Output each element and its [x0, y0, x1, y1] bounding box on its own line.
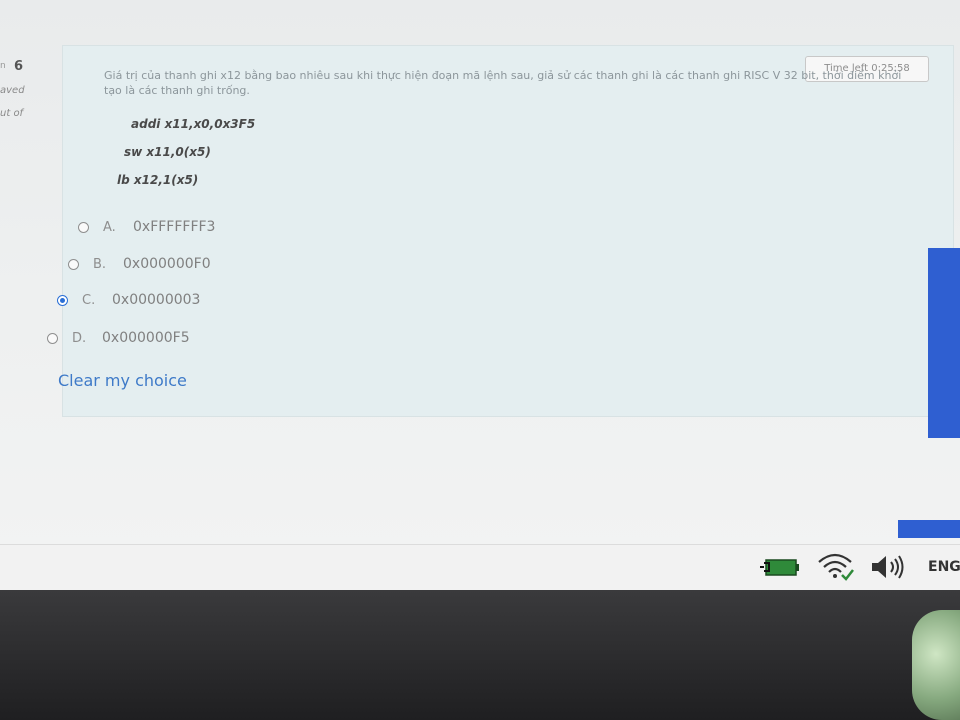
- code-line-1: addi x11,x0,0x3F5: [131, 117, 256, 131]
- question-state: aved: [0, 85, 25, 96]
- question-text: Giá trị của thanh ghi x12 bằng bao nhiêu…: [104, 69, 902, 97]
- monitor-bezel: [0, 590, 960, 720]
- language-indicator[interactable]: ENG: [928, 559, 960, 575]
- question-number: 6: [14, 59, 24, 74]
- option-c-letter: C.: [82, 292, 96, 308]
- wifi-icon[interactable]: [815, 550, 859, 584]
- option-d[interactable]: D. 0x000000F5: [47, 327, 190, 349]
- option-d-letter: D.: [72, 330, 87, 346]
- option-c-text: 0x00000003: [112, 292, 201, 308]
- option-b[interactable]: B. 0x000000F0: [68, 253, 211, 275]
- option-b-radio[interactable]: [68, 258, 79, 270]
- code-line-3: lb x12,1(x5): [117, 173, 199, 187]
- option-a-text: 0xFFFFFFF3: [133, 219, 216, 235]
- speaker-icon[interactable]: [868, 551, 908, 583]
- question-marks: ut of: [0, 108, 24, 119]
- next-page-button[interactable]: [898, 520, 960, 538]
- option-c-radio[interactable]: [57, 294, 68, 306]
- option-d-radio[interactable]: [47, 332, 58, 344]
- option-b-text: 0x000000F0: [123, 256, 211, 272]
- question-info-panel: n 6 aved ut of: [0, 55, 62, 145]
- option-d-text: 0x000000F5: [102, 330, 190, 346]
- quiz-screen: n 6 aved ut of Time left 0:25:58 Giá trị…: [0, 0, 960, 560]
- option-a-letter: A.: [103, 219, 116, 235]
- battery-charging-icon[interactable]: [760, 553, 802, 581]
- side-navigation-button[interactable]: [928, 248, 960, 438]
- question-label: n: [0, 61, 6, 71]
- code-line-2: sw x11,0(x5): [124, 145, 211, 159]
- option-c[interactable]: C. 0x00000003: [57, 289, 200, 311]
- desk-figurine: [912, 610, 960, 720]
- option-b-letter: B.: [93, 256, 107, 272]
- taskbar: [0, 544, 960, 591]
- clear-choice-link[interactable]: Clear my choice: [58, 371, 187, 390]
- option-a-radio[interactable]: [78, 221, 89, 233]
- option-a[interactable]: A. 0xFFFFFFF3: [78, 216, 215, 238]
